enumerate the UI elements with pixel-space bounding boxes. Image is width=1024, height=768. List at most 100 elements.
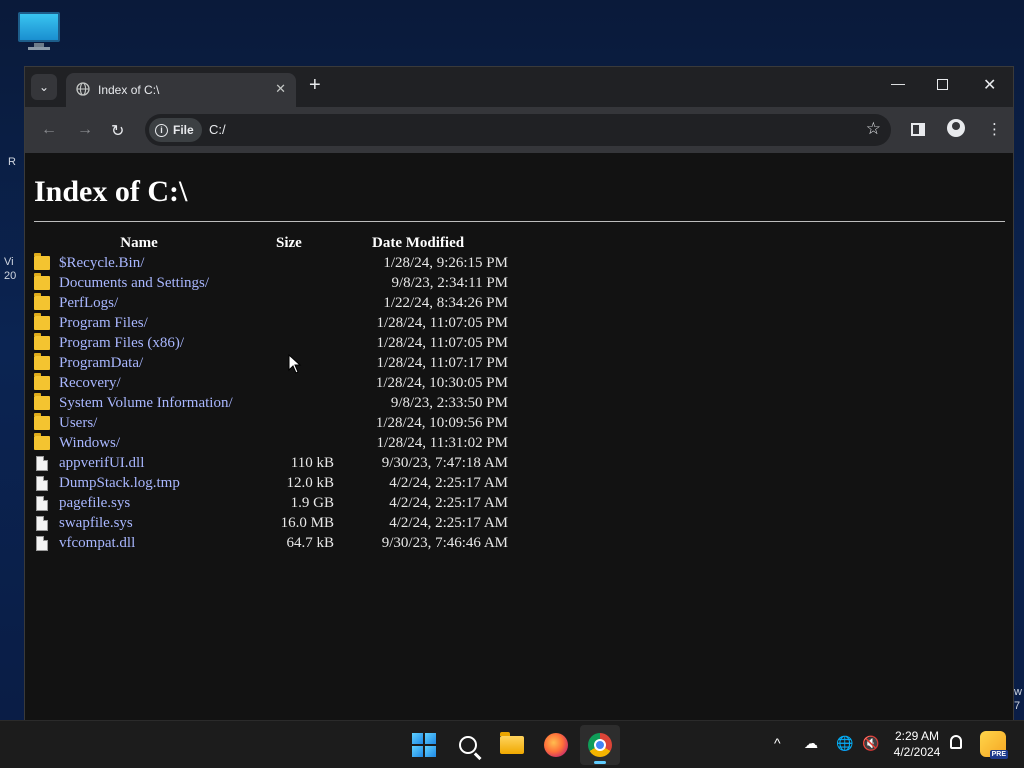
firefox-button[interactable] <box>540 729 572 761</box>
name-cell: Program Files/ <box>34 313 244 333</box>
tray-overflow-chevron-icon[interactable]: ^ <box>774 735 781 751</box>
size-cell <box>244 293 334 313</box>
column-header-name[interactable]: Name <box>34 233 244 253</box>
name-cell: PerfLogs/ <box>34 293 244 313</box>
file-icon <box>36 455 48 471</box>
file-icon <box>36 515 48 531</box>
browser-window: ⌄ Index of C:\ ✕ + — ✕ ← → ↻ i File C:/ … <box>24 66 1014 721</box>
size-cell <box>244 413 334 433</box>
profile-icon[interactable] <box>947 119 965 137</box>
date-cell: 1/28/24, 10:30:05 PM <box>375 374 508 391</box>
globe-icon <box>76 82 90 96</box>
date-cell: 1/28/24, 11:07:05 PM <box>376 334 508 351</box>
entry-link[interactable]: vfcompat.dll <box>59 535 135 552</box>
table-row: Windows/1/28/24, 11:31:02 PM <box>34 433 508 453</box>
file-explorer-button[interactable] <box>496 729 528 761</box>
tab-search-button[interactable]: ⌄ <box>31 74 57 100</box>
entry-link[interactable]: System Volume Information/ <box>59 395 233 412</box>
folder-icon <box>34 433 50 450</box>
entry-link[interactable]: PerfLogs/ <box>59 295 118 312</box>
table-row: ProgramData/1/28/24, 11:07:17 PM <box>34 353 508 373</box>
folder-icon <box>34 393 50 410</box>
entry-link[interactable]: Program Files (x86)/ <box>59 335 184 352</box>
table-row: Program Files/1/28/24, 11:07:05 PM <box>34 313 508 333</box>
notification-bell-icon[interactable] <box>950 735 962 749</box>
desktop-text-fragment: 7 <box>1014 700 1021 712</box>
size-cell <box>244 373 334 393</box>
name-cell: $Recycle.Bin/ <box>34 253 244 273</box>
browser-menu-icon[interactable]: ⋮ <box>987 120 1002 138</box>
start-icon <box>412 733 436 757</box>
table-row: DumpStack.log.tmp 12.0 kB 4/2/24, 2:25:17 … <box>34 473 508 493</box>
url-text[interactable]: C:/ <box>209 122 226 137</box>
size-cell: 1.9 GB <box>290 494 334 511</box>
column-header-size[interactable]: Size <box>244 233 334 253</box>
volume-muted-icon[interactable]: 🔇 <box>862 735 879 752</box>
forward-button[interactable]: → <box>77 121 93 139</box>
name-cell: swapfile.sys <box>34 513 244 533</box>
size-cell <box>244 313 334 333</box>
tab-index-of-c[interactable]: Index of C:\ ✕ <box>66 73 296 107</box>
reload-button[interactable]: ↻ <box>111 121 124 141</box>
entry-link[interactable]: Users/ <box>59 415 97 432</box>
chrome-button[interactable] <box>580 725 620 765</box>
table-row: $Recycle.Bin/1/28/24, 9:26:15 PM <box>34 253 508 273</box>
name-cell: appverifUI.dll <box>34 453 244 473</box>
table-row: Recovery/1/28/24, 10:30:05 PM <box>34 373 508 393</box>
entry-link[interactable]: Windows/ <box>59 435 120 452</box>
table-row: Users/1/28/24, 10:09:56 PM <box>34 413 508 433</box>
start-button[interactable] <box>408 729 440 761</box>
entry-link[interactable]: swapfile.sys <box>59 515 133 532</box>
name-cell: Recovery/ <box>34 373 244 393</box>
this-pc-icon[interactable] <box>16 10 62 50</box>
name-cell: pagefile.sys <box>34 493 244 513</box>
entry-link[interactable]: DumpStack.log.tmp <box>59 475 180 492</box>
name-cell: Program Files (x86)/ <box>34 333 244 353</box>
entry-link[interactable]: ProgramData/ <box>59 355 143 372</box>
entry-link[interactable]: Program Files/ <box>59 315 148 332</box>
date-cell: 4/2/24, 2:25:17 AM <box>389 494 508 511</box>
maximize-button[interactable] <box>937 79 948 90</box>
tab-close-icon[interactable]: ✕ <box>275 81 286 97</box>
entry-link[interactable]: appverifUI.dll <box>59 455 144 472</box>
size-cell <box>244 253 334 273</box>
folder-icon <box>34 253 50 270</box>
page-title: Index of C:\ <box>34 175 188 208</box>
size-cell: 64.7 kB <box>286 534 334 551</box>
date-cell: 1/28/24, 11:07:05 PM <box>376 314 508 331</box>
desktop-text-fragment: Vi <box>4 256 14 268</box>
folder-icon <box>34 373 50 390</box>
chevron-down-icon: ⌄ <box>38 80 50 94</box>
directory-listing: Name Size Date Modified $Recycle.Bin/1/2… <box>34 233 508 553</box>
new-tab-button[interactable]: + <box>309 75 321 95</box>
network-globe-icon[interactable]: 🌐 <box>836 735 853 752</box>
entry-link[interactable]: $Recycle.Bin/ <box>59 255 144 272</box>
entry-link[interactable]: Recovery/ <box>59 375 121 392</box>
side-panel-icon[interactable] <box>911 123 925 136</box>
column-header-date[interactable]: Date Modified <box>334 233 508 253</box>
minimize-button[interactable]: — <box>891 75 905 91</box>
entry-link[interactable]: pagefile.sys <box>59 495 130 512</box>
copilot-icon[interactable]: PRE <box>980 731 1008 759</box>
firefox-icon <box>544 733 568 757</box>
divider <box>34 221 1005 222</box>
table-row: System Volume Information/9/8/23, 2:33:5… <box>34 393 508 413</box>
cloud-offline-icon[interactable]: ☁ <box>804 735 818 752</box>
search-button[interactable] <box>452 729 484 761</box>
entry-link[interactable]: Documents and Settings/ <box>59 275 209 292</box>
site-info-chip[interactable]: i File <box>149 118 202 142</box>
system-clock[interactable]: 2:29 AM 4/2/2024 <box>888 728 946 760</box>
date-cell: 1/28/24, 9:26:15 PM <box>383 254 508 271</box>
bookmark-star-icon[interactable]: ☆ <box>866 119 881 139</box>
name-cell: Documents and Settings/ <box>34 273 244 293</box>
back-button[interactable]: ← <box>41 121 57 139</box>
table-row: appverifUI.dll 110 kB 9/30/23, 7:47:18 AM <box>34 453 508 473</box>
close-window-button[interactable]: ✕ <box>983 75 996 95</box>
info-icon: i <box>155 123 168 137</box>
folder-icon <box>34 313 50 330</box>
name-cell: ProgramData/ <box>34 353 244 373</box>
page-content: Index of C:\ Name Size Date Modified $Re… <box>25 153 1013 721</box>
date-cell: 9/30/23, 7:46:46 AM <box>381 534 508 551</box>
address-bar[interactable]: i File C:/ ☆ <box>145 114 891 146</box>
clock-time: 2:29 AM <box>894 729 940 743</box>
